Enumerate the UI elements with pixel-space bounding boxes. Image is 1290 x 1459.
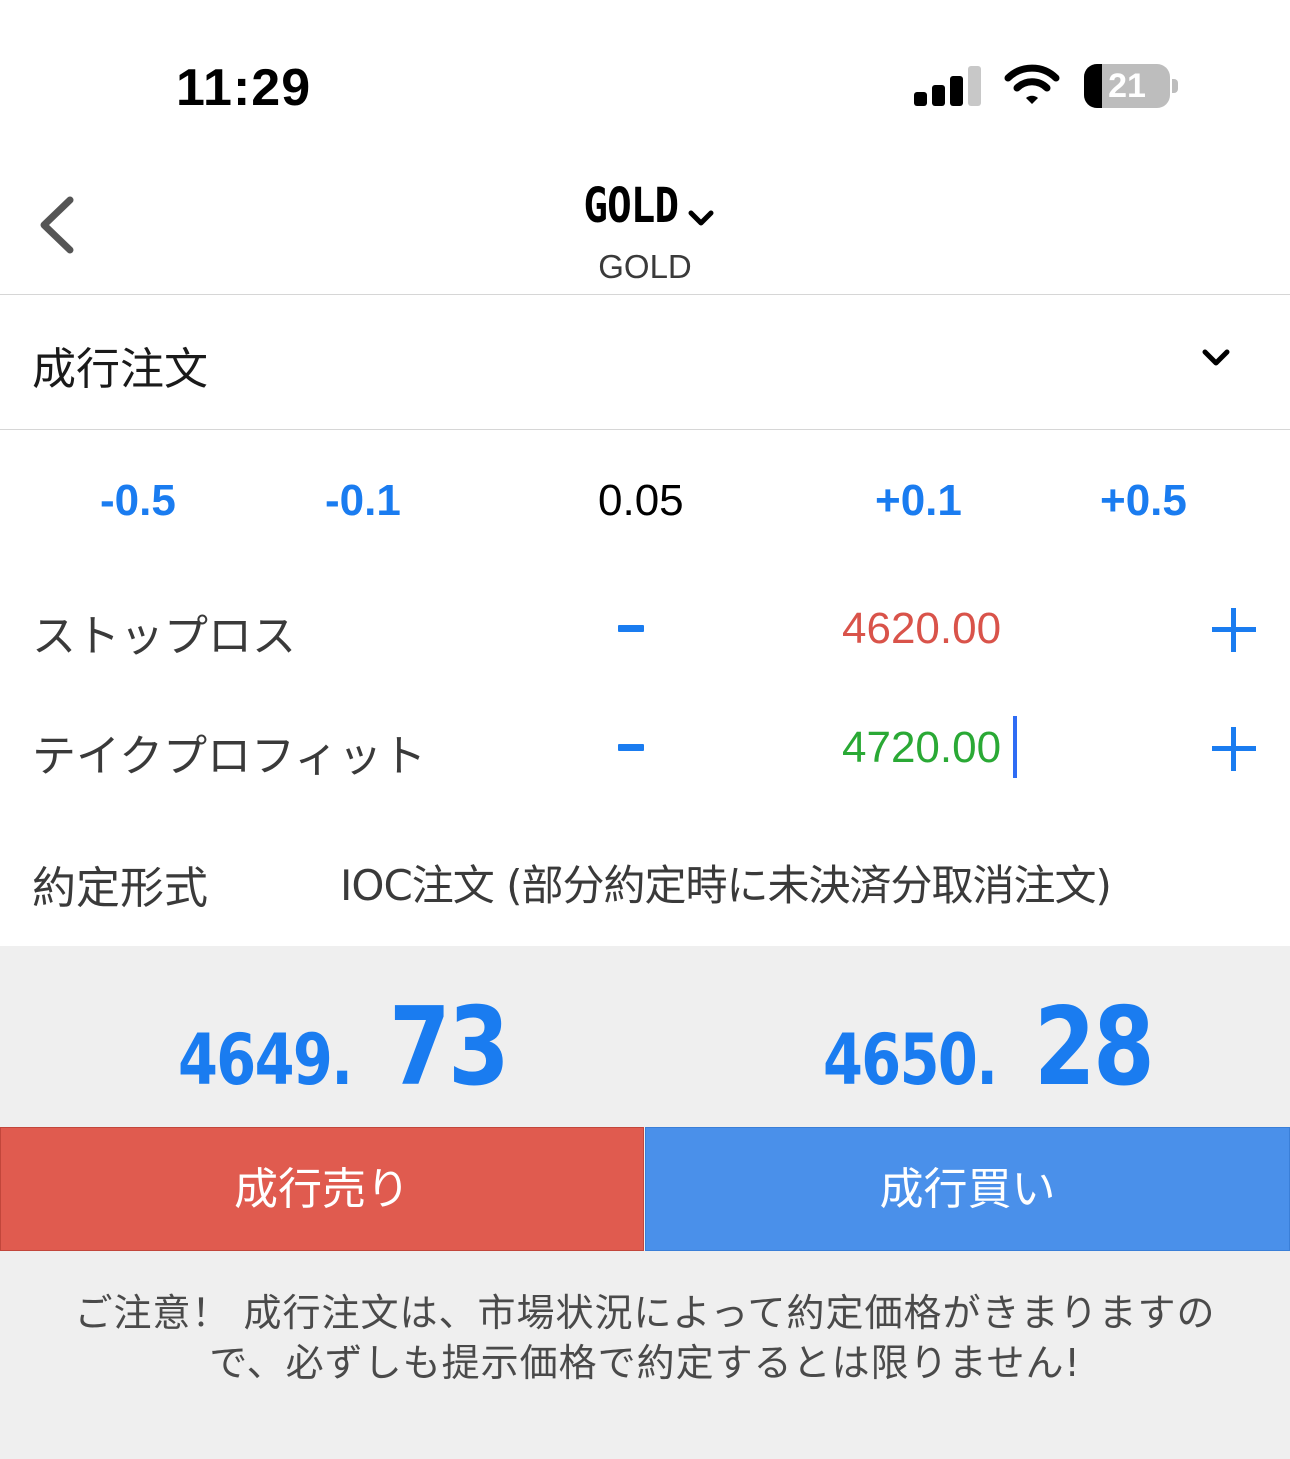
- volume-increase-0.1-button[interactable]: +0.1: [875, 476, 962, 526]
- status-time: 11:29: [176, 59, 312, 117]
- buy-price-pips: 28: [1034, 985, 1155, 1110]
- notice-line-1: ご注意！ 成行注文は、市場状況によって約定価格がきまりますの: [74, 1291, 1216, 1335]
- buy-price-main: 4650.: [823, 1019, 998, 1101]
- text-cursor: [1013, 716, 1017, 778]
- order-type-label: 成行注文: [32, 344, 208, 395]
- stop-loss-input[interactable]: 4620.00: [842, 604, 1001, 654]
- market-sell-button[interactable]: 成行売り: [0, 1127, 644, 1251]
- volume-value[interactable]: 0.05: [598, 476, 684, 526]
- stop-loss-label: ストップロス: [32, 611, 296, 662]
- sell-price-pips: 73: [389, 985, 510, 1110]
- status-bar: 11:29 21: [0, 0, 1290, 150]
- order-notice: ご注意！ 成行注文は、市場状況によって約定価格がきまりますの で、必ずしも提示価…: [20, 1288, 1270, 1388]
- stop-loss-minus-button[interactable]: [618, 625, 644, 632]
- take-profit-minus-button[interactable]: [618, 744, 644, 751]
- stop-loss-plus-button[interactable]: [1212, 608, 1256, 652]
- sell-price: 4649. 73: [178, 985, 534, 1110]
- battery-icon: 21: [1084, 64, 1170, 108]
- notice-line-2: で、必ずしも提示価格で約定するとは限りません!: [209, 1341, 1081, 1385]
- chevron-down-icon: [1202, 349, 1230, 366]
- symbol-selector[interactable]: GOLD: [0, 178, 1290, 234]
- buy-price: 4650. 28: [823, 985, 1179, 1110]
- nav-header: GOLD GOLD: [0, 160, 1290, 295]
- volume-increase-0.5-button[interactable]: +0.5: [1100, 476, 1187, 526]
- sell-price-main: 4649.: [178, 1019, 353, 1101]
- wifi-icon: [1004, 64, 1060, 104]
- execution-type-label: 約定形式: [32, 863, 208, 914]
- take-profit-label: テイクプロフィット: [32, 731, 427, 782]
- page-title: GOLD: [583, 178, 679, 234]
- battery-tip: [1172, 79, 1178, 93]
- volume-decrease-0.5-button[interactable]: -0.5: [100, 476, 176, 526]
- order-type-selector[interactable]: 成行注文: [0, 295, 1290, 430]
- chevron-down-icon: [688, 210, 714, 225]
- volume-decrease-0.1-button[interactable]: -0.1: [325, 476, 401, 526]
- take-profit-plus-button[interactable]: [1212, 727, 1256, 771]
- market-buy-button[interactable]: 成行買い: [645, 1127, 1290, 1251]
- take-profit-input[interactable]: 4720.00: [842, 723, 1001, 773]
- cellular-signal-icon: [914, 66, 982, 106]
- execution-type-value: IOC注文 (部分約定時に未決済分取消注文): [340, 861, 1112, 910]
- page-subtitle: GOLD: [598, 248, 692, 285]
- battery-percent: 21: [1108, 67, 1146, 105]
